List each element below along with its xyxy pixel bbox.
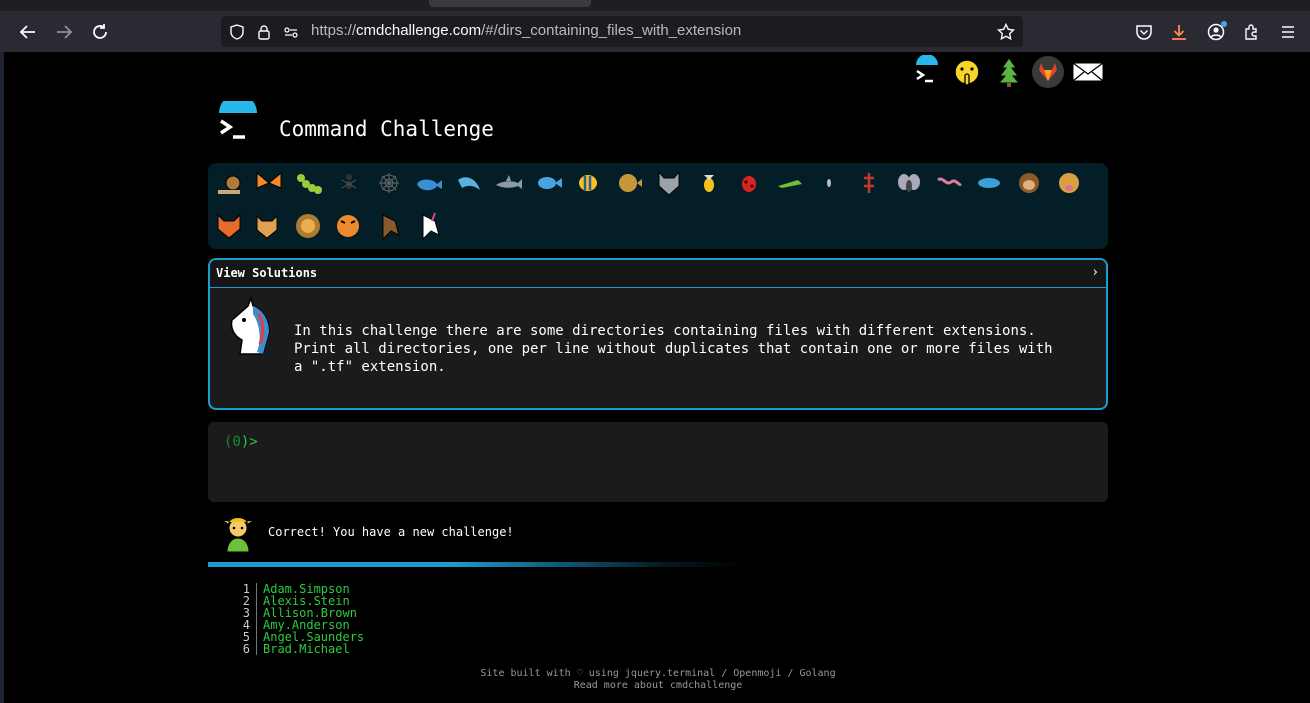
- whale-icon[interactable]: [412, 166, 446, 200]
- view-solutions-toggle[interactable]: View Solutions ›: [210, 260, 1106, 288]
- url-text[interactable]: https://cmdchallenge.com/#/dirs_containi…: [311, 22, 741, 39]
- terminal-input[interactable]: (0)>: [208, 422, 1108, 502]
- challenge-description-box: View Solutions › In this challenge there…: [208, 258, 1108, 410]
- horse-icon[interactable]: [371, 209, 405, 243]
- tropical-fish-icon[interactable]: [572, 166, 606, 200]
- site-logo-icon[interactable]: [215, 94, 261, 147]
- monkey-icon[interactable]: [1012, 166, 1046, 200]
- url-prefix: https://: [311, 22, 357, 39]
- shushing-face-icon[interactable]: [950, 55, 984, 89]
- scorpion-icon[interactable]: [852, 166, 886, 200]
- command-output: 1 Adam.Simpson 2 Alexis.Stein 3 Allison.Brown…: [230, 583, 430, 655]
- microbe-icon[interactable]: [972, 166, 1006, 200]
- extensions-icon[interactable]: [1240, 20, 1264, 44]
- download-icon[interactable]: [1167, 20, 1191, 44]
- tab-strip: [0, 0, 1310, 11]
- dog-icon[interactable]: [1052, 166, 1086, 200]
- success-message: Correct! You have a new challenge!: [268, 525, 514, 539]
- menu-icon[interactable]: [1276, 20, 1300, 44]
- browser-toolbar: https://cmdchallenge.com/#/dirs_containi…: [0, 11, 1310, 52]
- unicorn-avatar-icon: [220, 295, 280, 356]
- shark-icon[interactable]: [492, 166, 526, 200]
- spider-web-icon[interactable]: [372, 166, 406, 200]
- footer: Site built with ♡ using jquery.terminal …: [0, 668, 1310, 692]
- active-tab[interactable]: [429, 0, 591, 7]
- snail-icon[interactable]: [213, 166, 247, 200]
- bookmark-star-icon[interactable]: [997, 23, 1015, 41]
- description-line: Print all directories, one per line with…: [294, 341, 1053, 357]
- reload-icon[interactable]: [88, 20, 112, 44]
- terminal-prompt: (0)>: [224, 434, 258, 450]
- pufferfish-icon[interactable]: [612, 166, 646, 200]
- footer-credits: Site built with ♡ using jquery.terminal …: [480, 668, 836, 679]
- challenge-description: In this challenge there are some directo…: [294, 322, 1094, 376]
- back-icon[interactable]: [16, 20, 40, 44]
- url-domain: cmdchallenge.com: [356, 22, 482, 39]
- description-line: a ".tf" extension.: [294, 359, 446, 375]
- account-icon[interactable]: [1204, 20, 1228, 44]
- fox-icon[interactable]: [212, 209, 246, 243]
- footer-read-more-link[interactable]: Read more about cmdchallenge: [0, 680, 1310, 692]
- page-title: Command Challenge: [279, 117, 494, 141]
- terminal-logo-icon[interactable]: [910, 55, 944, 89]
- fish-icon[interactable]: [532, 166, 566, 200]
- url-path: /#/dirs_containing_files_with_extension: [481, 22, 742, 39]
- fly-icon[interactable]: [892, 166, 926, 200]
- ladybug-icon[interactable]: [732, 166, 766, 200]
- evergreen-tree-icon[interactable]: [992, 55, 1026, 89]
- cricket-icon[interactable]: [772, 166, 806, 200]
- forward-icon[interactable]: [52, 20, 76, 44]
- butterfly-icon[interactable]: [252, 166, 286, 200]
- worm-icon[interactable]: [932, 166, 966, 200]
- view-solutions-label: View Solutions: [216, 266, 318, 280]
- elf-avatar-icon: [219, 512, 257, 554]
- output-name: Brad.Michael: [263, 642, 350, 655]
- prompt-close: )>: [240, 434, 258, 450]
- caterpillar-icon[interactable]: [292, 166, 326, 200]
- desktop-edge: [0, 52, 4, 703]
- description-line: In this challenge there are some directo…: [294, 323, 1036, 339]
- challenge-progress-panel: [208, 163, 1108, 249]
- lion-icon[interactable]: [291, 209, 325, 243]
- envelope-icon[interactable]: [1071, 55, 1105, 89]
- mosquito-icon[interactable]: [812, 166, 846, 200]
- dolphin-icon[interactable]: [452, 166, 486, 200]
- unicorn-icon[interactable]: [411, 209, 445, 243]
- challenge-progress-bar: [208, 562, 748, 567]
- shield-icon[interactable]: [228, 23, 246, 41]
- prompt-number: 0: [232, 434, 241, 450]
- cat-icon[interactable]: [250, 209, 284, 243]
- chevron-right-icon: ›: [1092, 265, 1098, 280]
- lock-icon[interactable]: [255, 23, 273, 41]
- line-number: 6: [230, 643, 257, 655]
- gitlab-icon[interactable]: [1031, 55, 1065, 89]
- notification-dot: [1221, 21, 1227, 27]
- pocket-icon[interactable]: [1132, 20, 1156, 44]
- list-item: 6 Brad.Michael: [230, 643, 430, 655]
- permissions-icon[interactable]: [282, 23, 300, 41]
- url-bar[interactable]: https://cmdchallenge.com/#/dirs_containi…: [221, 16, 1023, 47]
- bee-icon[interactable]: [692, 166, 726, 200]
- ant-icon[interactable]: [332, 166, 366, 200]
- tiger-icon[interactable]: [331, 209, 365, 243]
- wolf-icon[interactable]: [652, 166, 686, 200]
